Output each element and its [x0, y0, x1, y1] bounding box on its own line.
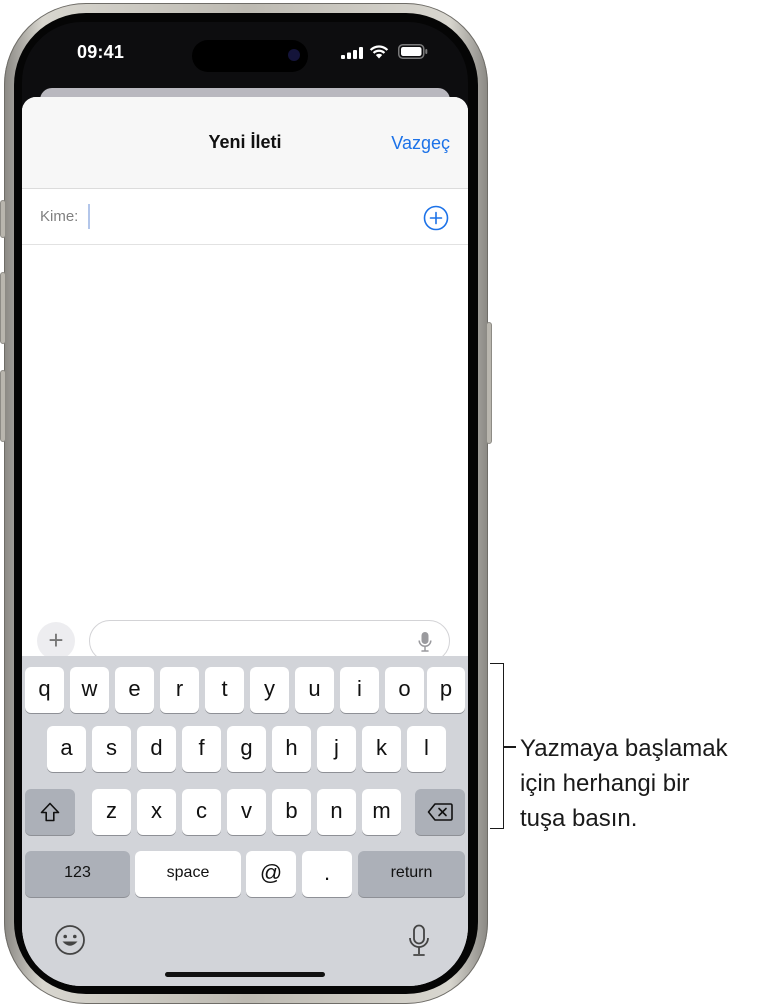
key-i[interactable]: i: [340, 667, 379, 713]
add-contact-icon[interactable]: [423, 205, 449, 231]
callout-line-2: için herhangi bir: [520, 770, 690, 797]
keyboard: q w e r t y u i o p a s d f g h j k l z …: [22, 656, 468, 986]
status-time: 09:41: [77, 42, 125, 62]
shift-key[interactable]: [25, 789, 75, 835]
key-o[interactable]: o: [385, 667, 424, 713]
text-cursor: [88, 204, 90, 229]
key-j[interactable]: j: [317, 726, 356, 772]
key-t[interactable]: t: [205, 667, 244, 713]
callout-line-3: tuşa basın.: [520, 805, 638, 832]
emoji-icon[interactable]: [54, 924, 86, 956]
shift-icon: [40, 802, 60, 822]
dictation-microphone-icon[interactable]: [418, 631, 432, 653]
battery-icon: [398, 44, 428, 59]
cellular-signal-icon: [341, 47, 363, 59]
sheet-header: Yeni İleti Vazgeç: [22, 97, 468, 189]
numbers-key[interactable]: 123: [25, 851, 130, 897]
key-n[interactable]: n: [317, 789, 356, 835]
action-button: [0, 200, 6, 238]
space-key[interactable]: space: [135, 851, 241, 897]
key-q[interactable]: q: [25, 667, 64, 713]
key-f[interactable]: f: [182, 726, 221, 772]
side-button: [486, 322, 492, 444]
status-bar: 09:41: [22, 22, 468, 84]
key-g[interactable]: g: [227, 726, 266, 772]
recipient-label: Kime:: [40, 208, 79, 225]
compose-bar: +: [22, 607, 468, 662]
key-v[interactable]: v: [227, 789, 266, 835]
wifi-icon: [369, 45, 389, 59]
at-key[interactable]: @: [246, 851, 296, 897]
apps-plus-button[interactable]: +: [37, 622, 75, 660]
key-a[interactable]: a: [47, 726, 86, 772]
period-key[interactable]: .: [302, 851, 352, 897]
key-d[interactable]: d: [137, 726, 176, 772]
conversation-area: [22, 246, 468, 596]
recipient-row[interactable]: Kime:: [22, 190, 468, 245]
volume-up-button: [0, 272, 6, 344]
key-p[interactable]: p: [427, 667, 465, 713]
key-x[interactable]: x: [137, 789, 176, 835]
front-camera: [288, 49, 300, 61]
key-k[interactable]: k: [362, 726, 401, 772]
cancel-button[interactable]: Vazgeç: [391, 133, 450, 154]
phone-screen: 09:41 Yeni İleti Vazgeç Kime: + q w e r …: [22, 22, 468, 986]
delete-key[interactable]: [415, 789, 465, 835]
key-w[interactable]: w: [70, 667, 109, 713]
key-e[interactable]: e: [115, 667, 154, 713]
key-l[interactable]: l: [407, 726, 446, 772]
callout-line-1: Yazmaya başlamak: [520, 735, 728, 762]
key-s[interactable]: s: [92, 726, 131, 772]
key-c[interactable]: c: [182, 789, 221, 835]
key-m[interactable]: m: [362, 789, 401, 835]
volume-down-button: [0, 370, 6, 442]
key-h[interactable]: h: [272, 726, 311, 772]
key-u[interactable]: u: [295, 667, 334, 713]
keyboard-bracket: [490, 663, 504, 829]
key-y[interactable]: y: [250, 667, 289, 713]
return-key[interactable]: return: [358, 851, 465, 897]
key-z[interactable]: z: [92, 789, 131, 835]
key-r[interactable]: r: [160, 667, 199, 713]
callout-text: Yazmaya başlamak için herhangi bir tuşa …: [520, 731, 728, 836]
home-indicator[interactable]: [165, 972, 325, 977]
key-b[interactable]: b: [272, 789, 311, 835]
delete-icon: [427, 803, 453, 821]
bracket-pointer: [504, 746, 516, 748]
microphone-icon[interactable]: [408, 924, 430, 958]
